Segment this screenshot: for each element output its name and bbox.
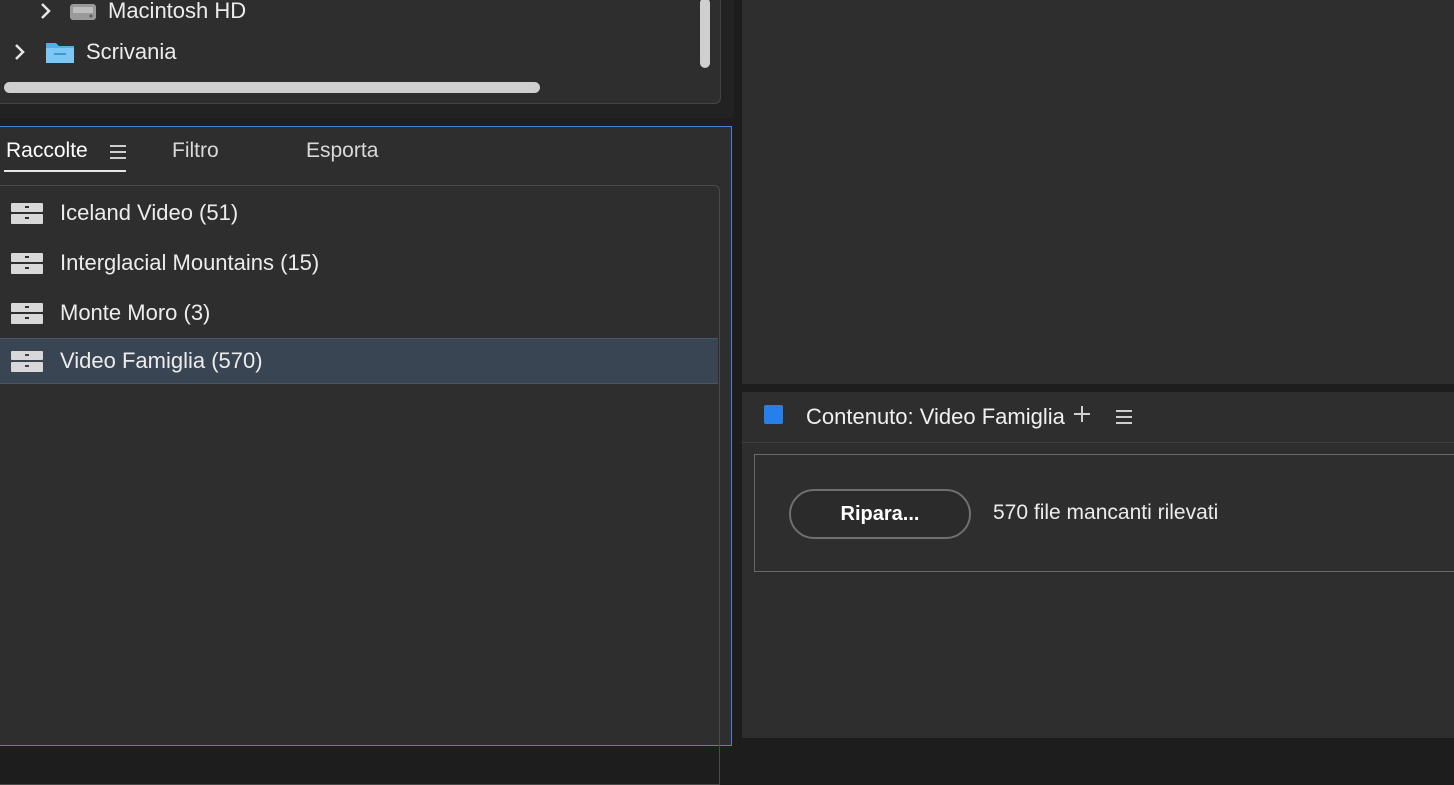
menu-icon[interactable] (110, 145, 126, 159)
hard-drive-icon (70, 4, 96, 20)
menu-icon[interactable] (1116, 410, 1132, 424)
repair-button[interactable]: Ripara... (789, 489, 971, 539)
collection-label: Interglacial Mountains (15) (60, 250, 320, 275)
content-panel: Contenuto: Video Famiglia Ripara... 570 … (742, 392, 1454, 738)
vertical-scrollbar[interactable] (700, 0, 710, 68)
collection-item[interactable]: Monte Moro (3) (0, 290, 718, 336)
active-tab-indicator (4, 170, 126, 172)
collection-item-selected[interactable]: Video Famiglia (570) (0, 338, 718, 384)
tree-item-label: Scrivania (86, 39, 177, 64)
missing-files-notice: Ripara... 570 file mancanti rilevati (754, 454, 1454, 572)
collection-item[interactable]: Iceland Video (51) (0, 190, 718, 236)
panel-color-label (764, 405, 783, 424)
tab-raccolte[interactable]: Raccolte (6, 139, 88, 163)
folders-panel: Macintosh HD Scrivania (0, 0, 734, 118)
collection-label: Iceland Video (51) (60, 200, 239, 225)
missing-files-status: 570 file mancanti rilevati (993, 501, 1219, 524)
content-header: Contenuto: Video Famiglia (742, 392, 1454, 443)
collection-icon (11, 253, 43, 274)
horizontal-scrollbar[interactable] (4, 82, 540, 93)
folders-tree: Macintosh HD Scrivania (0, 0, 721, 104)
preview-panel (742, 0, 1454, 384)
collection-icon (11, 203, 43, 224)
chevron-right-icon[interactable] (10, 42, 30, 62)
tab-esporta[interactable]: Esporta (306, 139, 378, 163)
collections-panel: Raccolte Filtro Esporta Iceland Video (5… (0, 126, 732, 785)
collections-list: Iceland Video (51) Interglacial Mountain… (0, 185, 720, 785)
collection-label: Monte Moro (3) (60, 300, 211, 325)
tree-item-label: Macintosh HD (108, 0, 247, 23)
collection-label: Video Famiglia (570) (60, 348, 263, 373)
folder-icon (46, 43, 74, 63)
content-title: Contenuto: Video Famiglia (806, 404, 1065, 429)
collection-icon (11, 303, 43, 324)
chevron-right-icon[interactable] (36, 1, 56, 21)
tree-item-scrivania[interactable]: Scrivania (10, 35, 176, 69)
collection-icon (11, 351, 43, 372)
panel-tabs: Raccolte Filtro Esporta (0, 127, 731, 181)
tree-item-macintosh-hd[interactable]: Macintosh HD (36, 0, 246, 28)
collection-item[interactable]: Interglacial Mountains (15) (0, 240, 718, 286)
plus-icon[interactable] (1072, 404, 1092, 424)
tab-filtro[interactable]: Filtro (172, 139, 219, 163)
